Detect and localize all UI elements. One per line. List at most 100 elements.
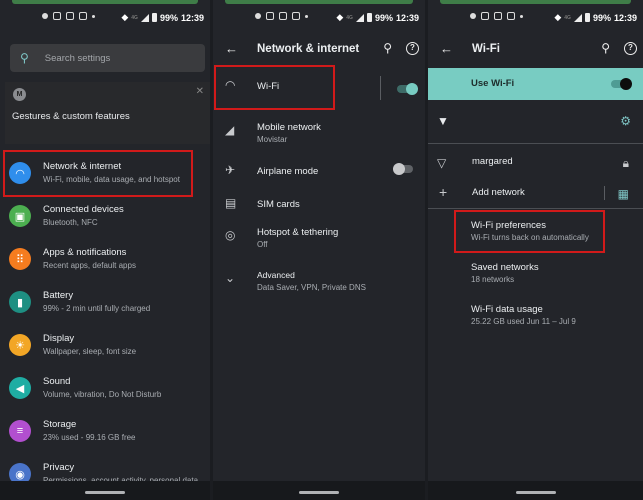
item-subtitle: Data Saver, VPN, Private DNS <box>257 283 366 292</box>
settings-item-sound[interactable]: ◀ Sound Volume, vibration, Do Not Distur… <box>0 369 210 409</box>
signal-icon <box>140 13 149 22</box>
battery-status-icon <box>151 13 157 22</box>
status-bar: ◆ 4G 99% 12:39 <box>213 12 425 26</box>
use-wifi-row[interactable]: Use Wi-Fi <box>428 68 643 100</box>
item-title: Saved networks <box>471 262 539 273</box>
item-subtitle: Recent apps, default apps <box>43 261 136 270</box>
search-settings-input[interactable]: ⚲ Search settings <box>10 44 205 72</box>
search-icon[interactable]: ⚲ <box>601 41 610 55</box>
divider <box>380 76 381 100</box>
network-item-airplane-mode[interactable]: ✈ Airplane mode <box>213 157 425 189</box>
airplane-icon: ✈ <box>225 163 236 177</box>
item-title: SIM cards <box>257 199 300 210</box>
item-subtitle: Volume, vibration, Do Not Disturb <box>43 390 162 399</box>
lock-icon: 🔒︎ <box>622 156 629 170</box>
search-icon[interactable]: ⚲ <box>383 41 392 55</box>
item-title: Wi-Fi data usage <box>471 304 543 315</box>
card-title: Gestures & custom features <box>12 111 130 122</box>
help-icon[interactable]: ? <box>624 42 637 55</box>
network-item-advanced[interactable]: ⌄ Advanced Data Saver, VPN, Private DNS <box>213 265 425 297</box>
settings-panel: ◆ 4G 99% 12:39 ⚲ Search settings M ✕ Gestur… <box>0 0 210 500</box>
devices-icon: ▣ <box>9 205 31 227</box>
battery-percent: 99% <box>374 12 393 23</box>
item-title: Sound <box>43 376 71 387</box>
suggestion-card[interactable]: M ✕ Gestures & custom features <box>5 82 210 144</box>
item-subtitle: Bluetooth, NFC <box>43 218 98 227</box>
display-icon: ☀ <box>9 334 31 356</box>
page-title: Network & internet <box>257 43 360 55</box>
network-item-sim-cards[interactable]: ▤ SIM cards <box>213 190 425 222</box>
storage-icon: ≡ <box>9 420 31 442</box>
signal-icon: ◢ <box>225 123 235 137</box>
item-subtitle: 25.22 GB used Jun 11 – Jul 9 <box>471 317 576 326</box>
home-gesture-pill[interactable] <box>515 491 556 494</box>
item-subtitle: Off <box>257 240 268 249</box>
qr-code-icon[interactable]: ▦ <box>618 187 629 201</box>
motorola-logo-icon: M <box>13 88 26 101</box>
back-arrow-icon[interactable]: ← <box>225 41 238 56</box>
settings-item-connected-devices[interactable]: ▣ Connected devices Bluetooth, NFC <box>0 197 210 237</box>
settings-item-storage[interactable]: ≡ Storage 23% used - 99.16 GB free <box>0 412 210 452</box>
network-row[interactable]: ▽ margared 🔒︎ <box>428 150 643 182</box>
app-bar: ← Network & internet ⚲ ? <box>213 38 425 64</box>
notification-peek <box>440 0 631 4</box>
network-item-hotspot-tethering[interactable]: ◎ Hotspot & tethering Off <box>213 222 425 254</box>
item-title: Storage <box>43 419 77 430</box>
battery-icon: ▮ <box>9 291 31 313</box>
wifi-outline-icon: ▽ <box>437 156 447 170</box>
item-title: Airplane mode <box>257 166 319 177</box>
back-arrow-icon[interactable]: ← <box>440 41 453 56</box>
clock: 12:39 <box>180 12 204 23</box>
battery-status-icon <box>366 13 372 22</box>
clock: 12:39 <box>613 12 637 23</box>
highlight-box <box>3 150 193 197</box>
status-bar: ◆ 4G 99% 12:39 <box>0 12 210 26</box>
home-gesture-pill[interactable] <box>85 491 125 494</box>
wifi-status-icon: ◆ <box>336 12 344 22</box>
wifi-pref-saved-networks[interactable]: Saved networks 18 networks <box>428 257 643 289</box>
highlight-box <box>454 210 605 253</box>
connected-network-row[interactable]: ▼ ⚙ <box>428 108 643 140</box>
apps-icon: ⠿ <box>9 248 31 270</box>
wifi-toggle[interactable] <box>397 83 418 95</box>
wifi-status-icon: ◆ <box>121 12 129 22</box>
help-icon[interactable]: ? <box>406 42 419 55</box>
divider <box>428 143 643 144</box>
search-icon: ⚲ <box>20 51 29 65</box>
wifi-panel: ◆ 4G 99% 12:39 ← Wi-Fi ⚲ ? Use Wi-Fi ▼ ⚙ ▽ … <box>428 0 643 500</box>
item-subtitle: 18 networks <box>471 275 515 284</box>
item-title: Battery <box>43 290 74 301</box>
sound-icon: ◀ <box>9 377 31 399</box>
item-title: Advanced <box>257 270 295 280</box>
settings-item-battery[interactable]: ▮ Battery 99% - 2 min until fully charge… <box>0 283 210 323</box>
home-gesture-pill[interactable] <box>299 491 339 494</box>
wifi-status-icon: ◆ <box>554 12 562 22</box>
hotspot-icon: ◎ <box>225 228 236 242</box>
network-internet-panel: ◆ 4G 99% 12:39 ← Network & internet ⚲ ? ◠ W… <box>213 0 425 500</box>
notification-peek <box>12 0 198 4</box>
item-title: Display <box>43 333 75 344</box>
battery-percent: 99% <box>592 12 611 23</box>
item-title: Mobile network <box>257 122 321 133</box>
item-title: Connected devices <box>43 204 124 215</box>
item-subtitle: Wallpaper, sleep, font size <box>43 347 137 356</box>
use-wifi-toggle[interactable] <box>611 78 632 90</box>
app-bar: ← Wi-Fi ⚲ ? <box>428 38 643 64</box>
gear-icon[interactable]: ⚙ <box>620 114 631 128</box>
airplane-mode-toggle[interactable] <box>393 163 413 175</box>
item-title: Privacy <box>43 462 75 473</box>
sim-card-icon: ▤ <box>225 196 237 210</box>
nav-bar <box>0 481 210 500</box>
clock: 12:39 <box>395 12 419 23</box>
close-icon[interactable]: ✕ <box>196 86 204 97</box>
settings-item-apps-notifications[interactable]: ⠿ Apps & notifications Recent apps, defa… <box>0 240 210 280</box>
divider <box>604 186 605 200</box>
notification-peek <box>225 0 413 4</box>
wifi-pref-wi-fi-data-usage[interactable]: Wi-Fi data usage 25.22 GB used Jun 11 – … <box>428 299 643 331</box>
plus-icon: + <box>439 184 448 200</box>
wifi-icon: ▼ <box>437 114 449 128</box>
signal-icon <box>355 13 364 22</box>
network-item-mobile-network[interactable]: ◢ Mobile network Movistar <box>213 117 425 149</box>
settings-item-display[interactable]: ☀ Display Wallpaper, sleep, font size <box>0 326 210 366</box>
item-title: Hotspot & tethering <box>257 227 339 238</box>
